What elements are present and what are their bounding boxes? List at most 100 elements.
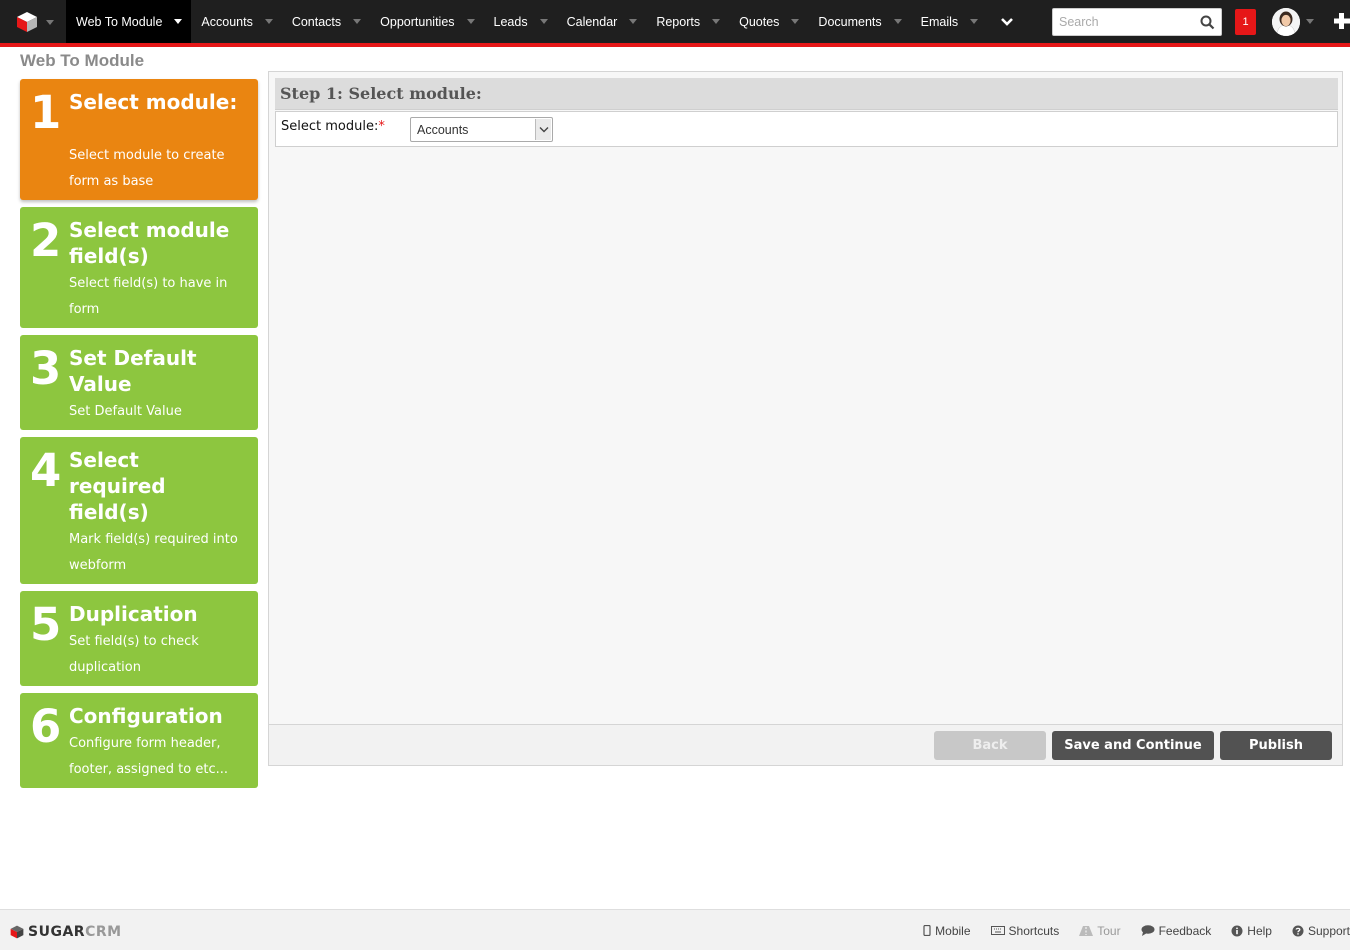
user-menu-chevron-down-icon[interactable] [1306,19,1314,24]
nav-item-reports[interactable]: Reports [646,0,729,43]
nav-item-quotes[interactable]: Quotes [729,0,808,43]
chevron-down-icon [1001,17,1014,26]
step-2-select-fields[interactable]: 2 Select module field(s) Select field(s)… [20,207,258,328]
step-5-duplication[interactable]: 5 Duplication Set field(s) to check dupl… [20,591,258,686]
step-number: 4 [30,444,62,497]
save-and-continue-button[interactable]: Save and Continue [1052,731,1214,760]
step-3-default-value[interactable]: 3 Set Default Value Set Default Value [20,335,258,430]
footer-link-help[interactable]: Help [1231,924,1272,938]
footer-links: Mobile Shortcuts Tour Feedback Help Supp… [903,910,1350,950]
brand-wordmark: SUGARCRM [28,924,122,940]
step-title: Configuration [69,704,223,728]
field-label-text: Select module: [281,119,379,134]
brand-crm: CRM [85,924,122,940]
user-avatar-icon [1272,8,1300,36]
step-description: Select module to create form as base [69,148,225,189]
question-circle-icon [1292,925,1304,936]
nav-item-label: Emails [920,14,959,29]
sugar-cube-icon [10,925,24,939]
more-modules-button[interactable] [987,0,1027,43]
chevron-down-icon[interactable] [970,19,979,24]
info-icon [1231,925,1243,936]
step-1-select-module[interactable]: 1 Select module: Select module to create… [20,79,258,200]
step-title: Set Default Value [69,346,197,396]
step-number: 1 [30,86,62,139]
sugar-logo-menu[interactable] [0,0,66,43]
step-description: Configure form header, footer, assigned … [69,736,229,777]
notifications-badge[interactable]: 1 [1235,9,1256,35]
nav-item-documents[interactable]: Documents [808,0,910,43]
chevron-down-icon[interactable] [264,19,273,24]
global-search [1052,8,1222,36]
nav-item-accounts[interactable]: Accounts [191,0,281,43]
required-asterisk: * [378,119,385,134]
chevron-down-icon[interactable] [353,19,362,24]
step-description: Set Default Value [69,404,182,419]
search-icon[interactable] [1200,15,1215,30]
step-description: Set field(s) to check duplication [69,634,199,675]
wizard-button-bar: Back Save and Continue Publish [269,724,1342,765]
nav-item-label: Contacts [291,14,342,29]
footer-link-feedback[interactable]: Feedback [1141,924,1211,938]
step-6-configuration[interactable]: 6 Configuration Configure form header, f… [20,693,258,788]
nav-item-emails[interactable]: Emails [911,0,988,43]
nav-item-label: Calendar [566,14,618,29]
footer-link-support[interactable]: Support [1292,924,1350,938]
sugarcrm-logo[interactable]: SUGARCRM [10,924,122,940]
brand-sugar: SUGAR [28,924,86,940]
select-module-row: Select module:* Accounts [275,111,1338,147]
page-title: Web To Module [20,51,145,70]
field-label: Select module:* [281,119,385,134]
nav-item-opportunities[interactable]: Opportunities [370,0,483,43]
back-button[interactable]: Back [934,731,1046,760]
chevron-down-icon[interactable] [791,19,800,24]
user-avatar[interactable] [1272,8,1300,36]
footer-link-label: Mobile [935,923,971,938]
quick-create-plus-icon[interactable] [1333,11,1350,31]
nav-item-leads[interactable]: Leads [484,0,557,43]
select-arrow[interactable] [535,119,551,140]
nav-item-web-to-module[interactable]: Web To Module [66,0,192,43]
chevron-down-icon[interactable] [629,19,638,24]
chevron-down-icon[interactable] [174,19,183,24]
chevron-down-icon [539,127,548,133]
wizard-main-panel: Step 1: Select module: Select module:* A… [268,71,1343,766]
footer-link-tour[interactable]: Tour [1079,923,1121,938]
mobile-icon [923,925,931,936]
step-number: 5 [30,598,62,651]
chevron-down-icon[interactable] [539,19,548,24]
chevron-down-icon[interactable] [466,19,475,24]
step-title: Duplication [69,602,198,626]
step-4-required-fields[interactable]: 4 Select required field(s) Mark field(s)… [20,437,258,584]
step-number: 2 [30,214,62,267]
nav-item-calendar[interactable]: Calendar [557,0,647,43]
footer-link-mobile[interactable]: Mobile [923,923,971,938]
top-nav-bar: Web To Module Accounts Contacts Opportun… [0,0,1350,43]
chevron-down-icon[interactable] [712,19,721,24]
footer-link-shortcuts[interactable]: Shortcuts [990,923,1060,938]
nav-accent-stripe [0,43,1350,47]
step-number: 6 [30,700,62,753]
nav-item-label: Leads [493,14,528,29]
publish-button[interactable]: Publish [1220,731,1332,760]
step-title: Select module field(s) [69,218,230,268]
comment-icon [1141,925,1155,936]
sugar-cube-icon [17,11,37,32]
step-description: Mark field(s) required into webform [69,532,238,573]
logo-chevron-down-icon[interactable] [46,20,54,25]
step-description: Select field(s) to have in form [69,276,228,317]
page-footer: SUGARCRM Mobile Shortcuts Tour Feedback … [0,909,1350,950]
nav-item-label: Opportunities [380,14,455,29]
step-title: Select module: [69,90,238,114]
nav-item-label: Reports [656,14,701,29]
nav-item-label: Quotes [739,14,780,29]
chevron-down-icon[interactable] [893,19,902,24]
nav-item-contacts[interactable]: Contacts [282,0,370,43]
keyboard-icon [990,926,1005,935]
search-input[interactable] [1053,9,1193,35]
step-header: Step 1: Select module: [275,78,1338,110]
footer-link-label: Tour [1097,923,1121,938]
footer-link-label: Shortcuts [1008,923,1060,938]
module-nav: Web To Module Accounts Contacts Opportun… [66,0,1027,43]
module-select[interactable]: Accounts [410,117,553,142]
